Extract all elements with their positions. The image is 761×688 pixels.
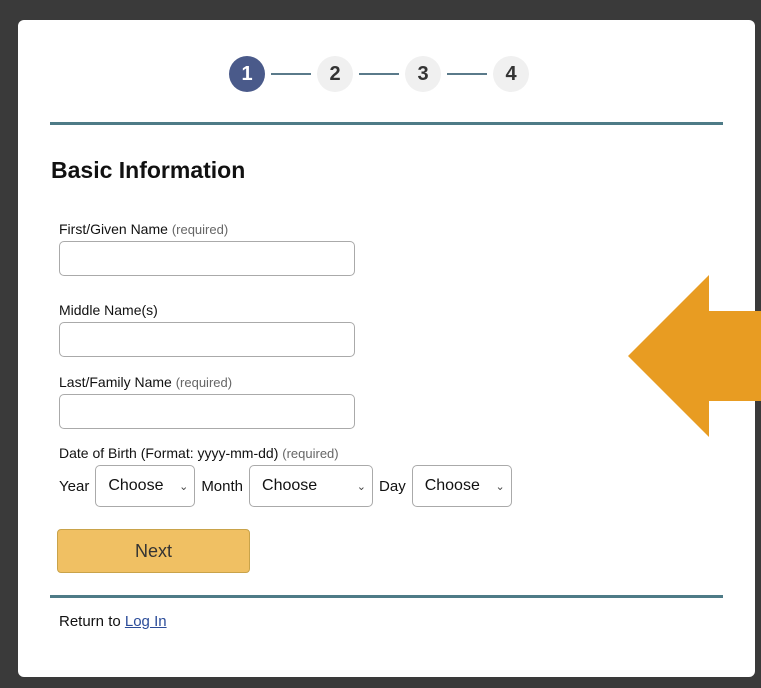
footer: Return to Log In	[59, 613, 167, 630]
page-title: Basic Information	[51, 157, 246, 183]
last-name-label: Last/Family Name (required)	[59, 374, 232, 390]
step-1: 1	[229, 56, 265, 92]
next-button[interactable]: Next	[57, 529, 250, 573]
day-select[interactable]: Choose ⌄	[411, 465, 512, 507]
divider	[50, 122, 723, 125]
step-connector	[359, 73, 399, 75]
chevron-down-icon: ⌄	[356, 480, 367, 493]
day-select-value: Choose	[424, 477, 480, 494]
month-label: Month	[201, 477, 244, 495]
first-name-field[interactable]	[59, 241, 355, 276]
middle-name-label: Middle Name(s)	[59, 302, 158, 318]
step-3: 3	[405, 56, 441, 92]
year-select[interactable]: Choose ⌄	[95, 465, 196, 507]
year-select-value: Choose	[108, 477, 164, 494]
footer-text: Return to	[59, 613, 121, 630]
year-label: Year	[59, 477, 90, 495]
step-2: 2	[317, 56, 353, 92]
progress-stepper: 1 2 3 4	[229, 56, 529, 92]
dob-label: Date of Birth (Format: yyyy-mm-dd) (requ…	[59, 445, 339, 461]
login-link[interactable]: Log In	[125, 613, 167, 630]
arrow-left-icon	[628, 275, 761, 437]
divider	[50, 595, 723, 598]
month-select-value: Choose	[262, 477, 318, 494]
dob-label-text: Date of Birth (Format: yyyy-mm-dd)	[59, 445, 279, 461]
last-name-field[interactable]	[59, 394, 355, 429]
month-select[interactable]: Choose ⌄	[249, 465, 374, 507]
last-name-label-text: Last/Family Name	[59, 374, 172, 390]
chevron-down-icon: ⌄	[179, 480, 189, 493]
required-note: (required)	[175, 375, 233, 390]
required-note: (required)	[282, 446, 339, 461]
chevron-down-icon: ⌄	[495, 480, 505, 493]
dob-row: Year Choose ⌄ Month Choose ⌄ Day Choose …	[59, 465, 518, 507]
first-name-label: First/Given Name (required)	[59, 221, 228, 237]
step-connector	[447, 73, 487, 75]
first-name-label-text: First/Given Name	[59, 221, 168, 237]
day-label: Day	[379, 477, 406, 495]
step-connector	[271, 73, 311, 75]
middle-name-field[interactable]	[59, 322, 355, 357]
step-4: 4	[493, 56, 529, 92]
required-note: (required)	[171, 222, 229, 237]
